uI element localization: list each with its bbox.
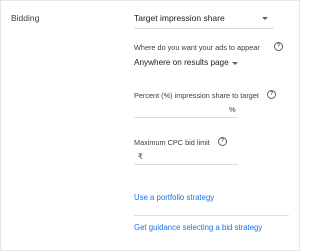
bid-strategy-select[interactable]: Target impression share — [134, 8, 274, 29]
bid-strategy-guidance-link[interactable]: Get guidance selecting a bid strategy — [134, 223, 262, 232]
ad-location-value: Anywhere on results page — [134, 58, 229, 67]
help-icon[interactable]: ? — [274, 42, 283, 51]
help-icon[interactable]: ? — [218, 137, 227, 146]
bid-strategy-value: Target impression share — [134, 13, 225, 23]
divider — [134, 215, 289, 216]
max-cpc-label: Maximum CPC bid limit — [134, 138, 210, 147]
max-cpc-input[interactable]: ₹ — [134, 149, 238, 165]
bidding-panel: Bidding Target impression share Where do… — [0, 0, 300, 251]
percent-suffix: % — [229, 105, 236, 114]
percent-share-label: Percent (%) impression share to target — [134, 91, 259, 100]
currency-symbol: ₹ — [138, 152, 143, 161]
percent-share-input[interactable]: % — [134, 103, 238, 118]
section-label-bidding: Bidding — [11, 13, 40, 23]
location-question-label: Where do you want your ads to appear — [134, 43, 260, 52]
help-icon[interactable]: ? — [267, 90, 276, 99]
dropdown-arrow-icon — [262, 17, 268, 20]
ad-location-select[interactable]: Anywhere on results page — [134, 57, 244, 71]
dropdown-arrow-icon — [232, 62, 238, 65]
portfolio-strategy-link[interactable]: Use a portfolio strategy — [134, 193, 214, 202]
